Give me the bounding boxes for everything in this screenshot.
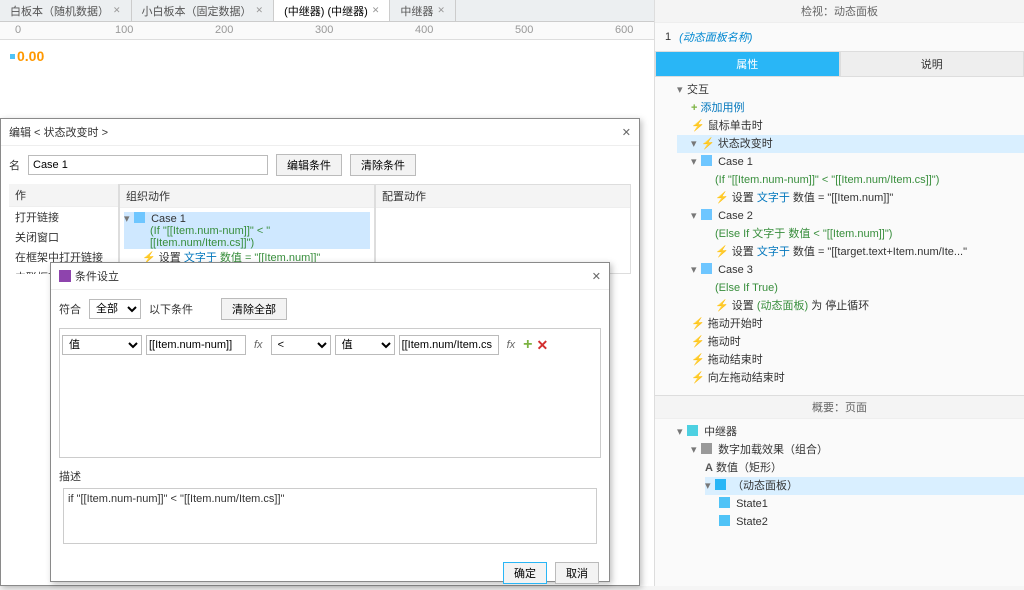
interactions-tree: ▾交互 + 添加用例 ⚡ 鼠标单击时 ▾⚡ 状态改变时 ▾ Case 1 (If… (655, 77, 1024, 395)
outline-panel: 概要：页面 ▾ 中继器 ▾ 数字加载效果（组合） A 数值（矩形） ▾ （动态面… (655, 395, 1024, 539)
interactions-header: 交互 (687, 84, 709, 96)
case-icon (701, 155, 712, 166)
description-box[interactable]: if "[[Item.num-num]]" < "[[Item.num/Item… (63, 488, 597, 544)
add-row-icon[interactable]: + (523, 336, 532, 354)
event-onclick[interactable]: 鼠标单击时 (708, 120, 763, 132)
actions-column: 作 打开链接关闭窗口在框架中打开链接内联框架父级窗滚动到元件设置自适件显示/隐藏… (9, 184, 119, 274)
right-panels: 检视：动态面板 1 (动态面板名称) 属性 说明 ▾交互 + 添加用例 ⚡ 鼠标… (654, 0, 1024, 586)
lhs-value-input[interactable] (146, 335, 246, 355)
tab-2[interactable]: (中继器) (中继器)✕ (274, 0, 390, 21)
tab-0[interactable]: 白板本（随机数据）✕ (0, 0, 132, 21)
operator-select[interactable]: < (271, 335, 331, 355)
action-item[interactable]: 关闭窗口 (9, 227, 118, 247)
delete-row-icon[interactable]: ✕ (536, 337, 548, 354)
bolt-icon: ⚡ (691, 372, 705, 384)
inspector-title: 检视：动态面板 (655, 0, 1024, 23)
close-icon[interactable]: ✕ (256, 5, 264, 16)
organize-column: 组织动作 ▾ Case 1 (If "[[Item.num-num]]" < "… (119, 184, 375, 274)
tab-notes[interactable]: 说明 (840, 51, 1024, 77)
app-icon (59, 270, 71, 282)
bolt-icon: ⚡ (715, 300, 729, 312)
repeater-icon (687, 425, 698, 436)
case-name-label: 名 (9, 157, 20, 173)
state-icon (719, 497, 730, 508)
cancel-button[interactable]: 取消 (555, 562, 599, 584)
resize-handle-icon[interactable] (10, 54, 15, 59)
match-suffix: 以下条件 (149, 301, 193, 317)
dialog-title: 编辑 < 状态改变时 > (9, 124, 108, 140)
add-case-link[interactable]: 添加用例 (701, 102, 745, 114)
case-icon (134, 212, 145, 223)
bolt-icon: ⚡ (691, 354, 705, 366)
event-onstatechange[interactable]: 状态改变时 (718, 138, 773, 150)
text-icon: A (705, 462, 713, 474)
state-icon (719, 515, 730, 526)
rhs-type-select[interactable]: 值 (335, 335, 395, 355)
dp-name[interactable]: (动态面板名称) (679, 29, 752, 45)
outline-title: 概要：页面 (655, 396, 1024, 419)
folder-icon (701, 443, 712, 454)
close-icon[interactable]: ✕ (372, 5, 380, 16)
case2-cond: (Else If 文字于 数值 < "[[Item.num]]") (691, 225, 1024, 243)
bolt-icon: ⚡ (701, 138, 715, 150)
plus-icon[interactable]: + (691, 102, 697, 114)
dp-index: 1 (665, 31, 671, 43)
close-icon[interactable]: ✕ (592, 270, 601, 283)
org-case-cond: (If "[[Item.num-num]]" < "[[Item.num/Ite… (124, 225, 370, 249)
event-ondrag[interactable]: 拖动时 (708, 336, 741, 348)
fx-icon[interactable]: fx (503, 339, 520, 351)
clear-condition-button[interactable]: 清除条件 (350, 154, 416, 176)
case3-cond: (Else If True) (691, 279, 1024, 297)
event-ondragstart[interactable]: 拖动开始时 (708, 318, 763, 330)
case-name-input[interactable] (28, 155, 268, 175)
clear-all-button[interactable]: 清除全部 (221, 298, 287, 320)
dialog-title: 条件设立 (59, 268, 119, 284)
widget-value: 0.00 (17, 48, 44, 64)
condition-builder-dialog: 条件设立 ✕ 符合 全部 以下条件 清除全部 值 fx < 值 fx + ✕ 描… (50, 262, 610, 582)
close-icon[interactable]: ✕ (437, 5, 445, 16)
tab-3[interactable]: 中继器✕ (390, 0, 456, 21)
number-widget[interactable]: 0.00 (10, 48, 44, 64)
inspector-subtabs: 属性 说明 (655, 51, 1024, 77)
match-label: 符合 (59, 301, 81, 317)
event-onswipeleft[interactable]: 向左拖动结束时 (708, 372, 785, 384)
rhs-value-input[interactable] (399, 335, 499, 355)
dynamic-panel-icon (715, 479, 726, 490)
match-mode-select[interactable]: 全部 (89, 299, 141, 319)
bolt-icon: ⚡ (691, 318, 705, 330)
case-icon (701, 263, 712, 274)
close-icon[interactable]: ✕ (622, 126, 631, 139)
close-icon[interactable]: ✕ (113, 5, 121, 16)
bolt-icon: ⚡ (715, 246, 729, 258)
tab-properties[interactable]: 属性 (655, 51, 840, 77)
case1-cond: (If "[[Item.num-num]]" < "[[Item.num/Ite… (691, 171, 1024, 189)
lhs-type-select[interactable]: 值 (62, 335, 142, 355)
edit-condition-button[interactable]: 编辑条件 (276, 154, 342, 176)
description-label: 描述 (59, 468, 601, 484)
fx-icon[interactable]: fx (250, 339, 267, 351)
event-ondragend[interactable]: 拖动结束时 (708, 354, 763, 366)
bolt-icon: ⚡ (691, 336, 705, 348)
org-case-row[interactable]: ▾ Case 1 (124, 212, 370, 225)
bolt-icon: ⚡ (691, 120, 705, 132)
tab-1[interactable]: 小白板本（固定数据）✕ (132, 0, 275, 21)
bolt-icon: ⚡ (715, 192, 729, 204)
action-item[interactable]: 打开链接 (9, 207, 118, 227)
condition-row: 值 fx < 值 fx + ✕ (62, 335, 598, 355)
case-icon (701, 209, 712, 220)
ok-button[interactable]: 确定 (503, 562, 547, 584)
configure-column: 配置动作 (375, 184, 631, 274)
